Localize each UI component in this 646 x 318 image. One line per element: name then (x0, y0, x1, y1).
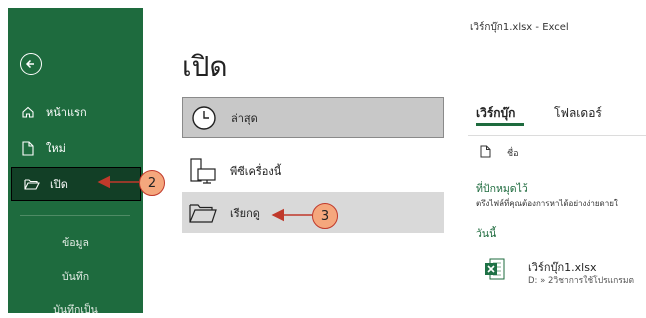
pinned-heading: ที่ปักหมุดไว้ (476, 183, 528, 195)
sidebar-item-info[interactable]: ข้อมูล (8, 234, 143, 251)
active-tab-indicator (476, 123, 524, 126)
sidebar-item-save-as[interactable]: บันทึกเป็น (8, 301, 143, 318)
sidebar-item-save[interactable]: บันทึก (8, 268, 143, 285)
clock-icon (187, 105, 221, 131)
location-this-pc[interactable]: พีซีเครื่องนี้ (182, 150, 444, 191)
open-folder-icon (24, 176, 40, 192)
tab-folders[interactable]: โฟลเดอร์ (554, 104, 602, 123)
pinned-description: ตรึงไฟล์ที่คุณต้องการหาได้อย่างง่ายดายใ (476, 199, 618, 208)
panel-divider (468, 135, 646, 136)
tab-workbooks[interactable]: เวิร์กบุ๊ก (476, 104, 515, 123)
excel-backstage: หน้าแรก ใหม่ เปิด ข้อมูล บันทึก บันทึกเป… (0, 0, 646, 316)
location-label: เรียกดู (230, 206, 260, 220)
window-title: เวิร์กบุ๊ก1.xlsx - Excel (470, 22, 569, 33)
document-icon (480, 145, 491, 161)
sidebar-item-label: เปิด (50, 178, 68, 191)
back-arrow-icon[interactable] (20, 53, 42, 75)
today-heading: วันนี้ (476, 228, 497, 240)
location-recent[interactable]: ล่าสุด (182, 97, 444, 138)
callout-step-3: 3 (312, 203, 338, 229)
sidebar-item-new[interactable]: ใหม่ (8, 134, 143, 162)
sidebar-item-label: หน้าแรก (46, 106, 87, 119)
backstage-sidebar: หน้าแรก ใหม่ เปิด ข้อมูล บันทึก บันทึกเป… (8, 8, 143, 316)
sidebar-item-label: ใหม่ (46, 142, 66, 155)
home-icon (20, 104, 36, 120)
recent-file-path: D: » 2วิชาการใช้โปรแกรมต (528, 276, 634, 286)
name-column-header[interactable]: ชื่อ (480, 145, 519, 161)
name-column-label: ชื่อ (507, 149, 519, 159)
location-label: ล่าสุด (231, 111, 258, 125)
sidebar-item-home[interactable]: หน้าแรก (8, 98, 143, 126)
page-title: เปิด (182, 50, 228, 83)
callout-step-2: 2 (139, 170, 165, 196)
excel-file-icon[interactable] (484, 257, 505, 281)
folder-icon (186, 202, 220, 224)
sidebar-divider (20, 215, 130, 216)
new-document-icon (20, 140, 36, 156)
computer-icon (186, 157, 220, 185)
location-label: พีซีเครื่องนี้ (230, 164, 282, 178)
sidebar-item-open[interactable]: เปิด (11, 167, 141, 201)
